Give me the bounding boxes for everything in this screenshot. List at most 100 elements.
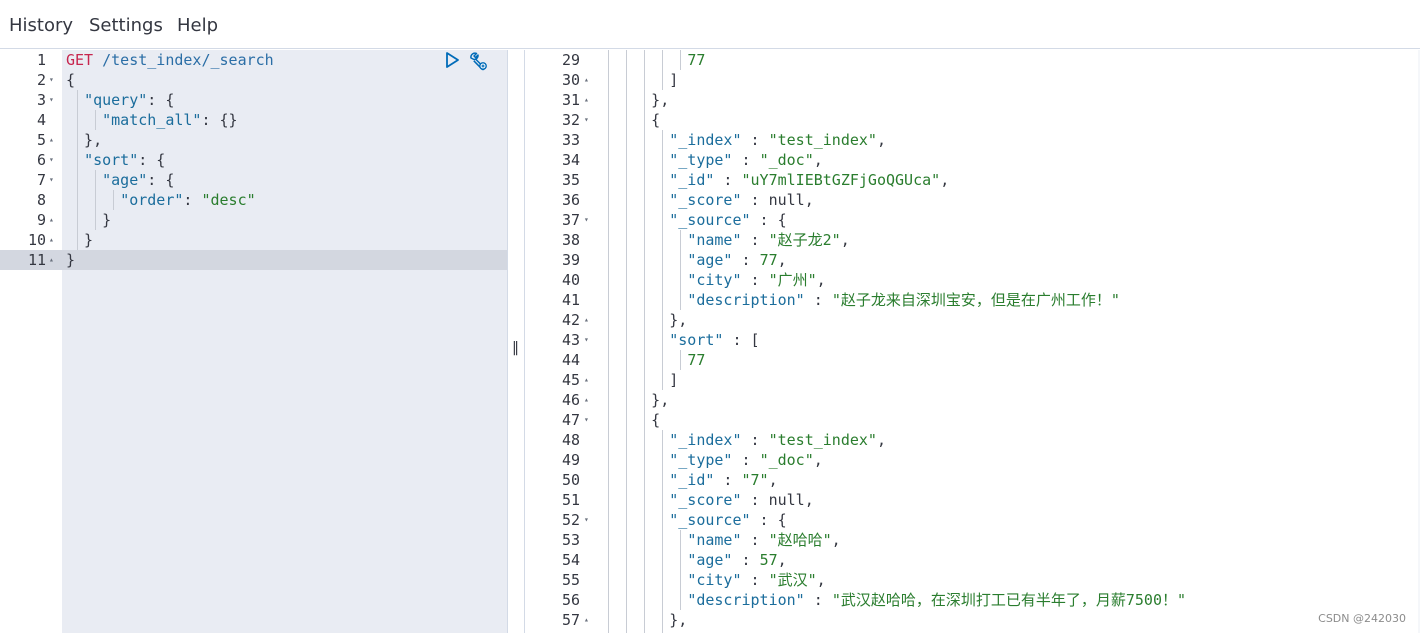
code-text: }, — [597, 310, 687, 330]
token-key: "query" — [84, 91, 148, 109]
fold-open-icon[interactable]: ▾ — [584, 410, 589, 430]
code-line: 37 ▾ "_source" : { — [525, 210, 1420, 230]
fold-close-icon[interactable]: ▴ — [49, 230, 54, 250]
code-line: 41 "description" : "赵子龙来自深圳宝安，但是在广州工作！" — [525, 290, 1420, 310]
line-number: 44 — [561, 351, 580, 369]
fold-open-icon[interactable]: ▾ — [49, 90, 54, 110]
token-punc: : — [741, 431, 769, 449]
fold-close-icon[interactable]: ▴ — [49, 210, 54, 230]
request-editor[interactable]: 1 GET /test_index/_search 2 ▾{3 ▾ "query": {… — [0, 50, 507, 633]
token-str: "武汉赵哈哈，在深圳打工已有半年了，月薪7500！" — [831, 591, 1186, 609]
fold-open-icon[interactable]: ▾ — [49, 170, 54, 190]
token-key: "city" — [687, 271, 742, 289]
drag-handle-icon[interactable]: ‖ — [512, 340, 519, 356]
code-text: "_index" : "test_index", — [597, 130, 886, 150]
top-menu-bar: History Settings Help — [0, 0, 1420, 49]
token-str: "desc" — [201, 191, 256, 209]
line-number: 50 — [561, 471, 580, 489]
code-text: "_id" : "7", — [597, 470, 778, 490]
token-punc: : — [804, 291, 832, 309]
code-text: "age": { — [66, 170, 174, 190]
fold-close-icon[interactable]: ▴ — [49, 250, 54, 270]
code-line: 10 ▴ } — [0, 230, 507, 250]
fold-open-icon[interactable]: ▾ — [584, 110, 589, 130]
token-punc: , — [768, 471, 778, 489]
code-line: 43 ▾ "sort" : [ — [525, 330, 1420, 350]
fold-close-icon[interactable]: ▴ — [584, 370, 589, 390]
fold-open-icon[interactable]: ▾ — [49, 150, 54, 170]
code-line: 38 "name" : "赵子龙2", — [525, 230, 1420, 250]
token-num: 77 — [687, 51, 706, 69]
line-number: 8 — [36, 191, 46, 209]
line-number: 46 — [561, 391, 580, 409]
token-punc — [597, 471, 669, 489]
token-punc — [597, 231, 687, 249]
token-str: "广州" — [768, 271, 817, 289]
token-str: "_doc" — [759, 151, 814, 169]
token-key: "_id" — [669, 171, 715, 189]
request-code[interactable]: 1 GET /test_index/_search 2 ▾{3 ▾ "query": {… — [0, 50, 507, 270]
line-number: 37 — [561, 211, 580, 229]
menu-help[interactable]: Help — [177, 15, 218, 37]
play-icon[interactable] — [443, 51, 461, 69]
code-text: "_id" : "uY7mlIEBtGZFjGoQGUca", — [597, 170, 949, 190]
code-text: { — [597, 410, 660, 430]
token-key: "_index" — [669, 431, 742, 449]
token-punc — [597, 431, 669, 449]
line-number: 51 — [561, 491, 580, 509]
code-line: 6 ▾ "sort": { — [0, 150, 507, 170]
fold-open-icon[interactable]: ▾ — [584, 330, 589, 350]
code-line: 47 ▾ { — [525, 410, 1420, 430]
line-number: 57 — [561, 611, 580, 629]
token-punc: , — [876, 131, 886, 149]
code-text: "_score" : null, — [597, 190, 814, 210]
code-text: "_type" : "_doc", — [597, 150, 823, 170]
fold-close-icon[interactable]: ▴ — [584, 390, 589, 410]
token-punc — [597, 131, 669, 149]
fold-close-icon[interactable]: ▴ — [584, 310, 589, 330]
fold-open-icon[interactable]: ▾ — [584, 510, 589, 530]
fold-close-icon[interactable]: ▴ — [584, 90, 589, 110]
menu-history[interactable]: History — [9, 15, 73, 37]
token-key: "age" — [687, 251, 733, 269]
pane-resizer[interactable]: ‖ — [507, 50, 525, 633]
code-text: "city" : "广州", — [597, 270, 825, 290]
token-punc: { — [66, 71, 76, 89]
token-punc: }, — [597, 611, 688, 629]
fold-close-icon[interactable]: ▴ — [584, 610, 589, 630]
code-text: "description" : "武汉赵哈哈，在深圳打工已有半年了，月薪7500… — [597, 590, 1186, 610]
token-punc: , — [940, 171, 950, 189]
token-key: "_source" — [669, 511, 751, 529]
fold-close-icon[interactable]: ▴ — [49, 130, 54, 150]
code-line: 33 "_index" : "test_index", — [525, 130, 1420, 150]
menu-settings[interactable]: Settings — [89, 15, 163, 37]
token-punc: : — [741, 131, 769, 149]
fold-open-icon[interactable]: ▾ — [49, 70, 54, 90]
code-text: "name" : "赵子龙2", — [597, 230, 849, 250]
token-key: "order" — [120, 191, 184, 209]
code-line: 50 "_id" : "7", — [525, 470, 1420, 490]
token-punc: }, — [66, 131, 103, 149]
fold-open-icon[interactable]: ▾ — [584, 210, 589, 230]
code-line: 36 "_score" : null, — [525, 190, 1420, 210]
token-punc — [597, 531, 687, 549]
token-punc — [597, 271, 687, 289]
code-line: 7 ▾ "age": { — [0, 170, 507, 190]
token-punc — [597, 351, 687, 369]
code-line: 53 "name" : "赵哈哈", — [525, 530, 1420, 550]
token-punc: : — [741, 491, 769, 509]
token-punc: : — [183, 191, 202, 209]
token-punc: : — [741, 571, 769, 589]
token-punc — [66, 191, 120, 209]
line-number: 2 — [36, 71, 46, 89]
token-num: 77 — [687, 351, 706, 369]
token-str: "赵哈哈" — [768, 531, 832, 549]
code-line: 42 ▴ }, — [525, 310, 1420, 330]
line-number: 45 — [561, 371, 580, 389]
line-number: 4 — [36, 111, 46, 129]
code-text: "query": { — [66, 90, 174, 110]
code-line: 2 ▾ { — [0, 70, 507, 90]
fold-close-icon[interactable]: ▴ — [584, 70, 589, 90]
response-viewer[interactable]: 29 77 30 ▴ ] 31 ▴ }, 32 ▾ {33 "_index" : "test… — [525, 50, 1420, 633]
wrench-icon[interactable] — [468, 51, 487, 71]
